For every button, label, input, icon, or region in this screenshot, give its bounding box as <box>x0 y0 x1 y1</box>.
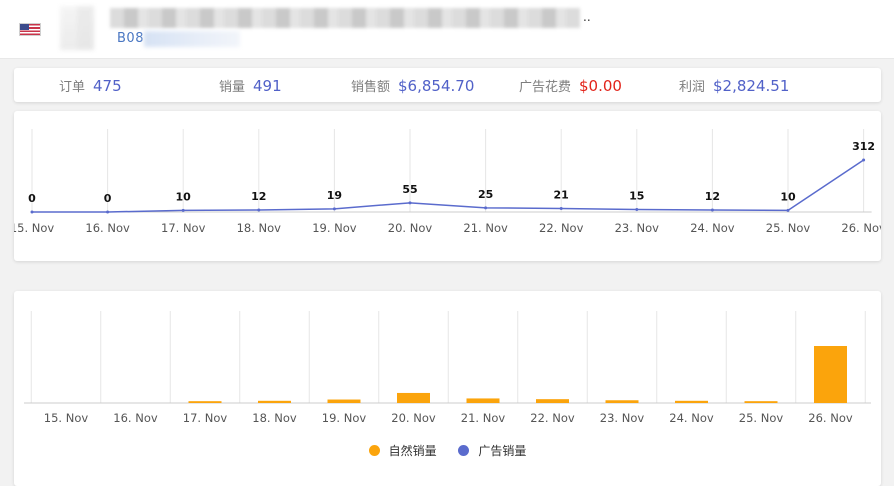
line-chart-x-tick-6: 21. Nov <box>463 221 508 235</box>
bar-chart-x-tick-8: 23. Nov <box>600 411 645 425</box>
bar-natural-sales-6 <box>466 398 500 403</box>
stat-units-value: 491 <box>253 77 282 95</box>
line-chart-data-label-1: 0 <box>104 192 112 205</box>
stat-ad-spend-label: 广告花费 <box>519 80 572 95</box>
product-asin[interactable]: B08 <box>117 31 144 46</box>
sales-line-chart[interactable]: 0 15. Nov 0 16. Nov 10 17. Nov 12 18. Nov 19 19. … <box>14 111 881 261</box>
product-header: .. B08 <box>0 0 894 59</box>
sales-bar-chart[interactable]: 15. Nov 16. Nov 17. Nov 18. Nov 19. Nov 20. N… <box>14 291 881 431</box>
line-chart-x-tick-3: 18. Nov <box>237 221 282 235</box>
line-chart-point-7 <box>559 207 563 210</box>
line-chart-data-label-5: 55 <box>402 183 417 196</box>
line-chart-point-3 <box>257 208 261 212</box>
line-chart-point-2 <box>181 208 185 212</box>
line-chart-x-tick-5: 20. Nov <box>388 221 433 235</box>
line-chart-point-11 <box>862 158 866 162</box>
bar-chart-x-tick-10: 25. Nov <box>739 411 784 425</box>
line-chart-x-tick-8: 23. Nov <box>615 221 660 235</box>
product-asin-redacted <box>144 31 240 47</box>
line-chart-x-tick-7: 22. Nov <box>539 221 584 235</box>
bar-natural-sales-7 <box>536 399 569 403</box>
product-title-redacted[interactable] <box>110 8 580 28</box>
bar-chart-x-tick-2: 17. Nov <box>183 411 228 425</box>
line-chart-x-tick-11: 26. Nov <box>841 221 881 235</box>
stat-profit-label: 利润 <box>679 80 706 95</box>
bar-natural-sales-5 <box>397 392 430 403</box>
bar-chart-x-tick-0: 15. Nov <box>44 411 89 425</box>
line-chart-data-label-2: 10 <box>176 190 192 203</box>
legend-ad-sales-label: 广告销量 <box>478 444 527 458</box>
us-flag-icon <box>19 23 41 36</box>
line-chart-x-tick-2: 17. Nov <box>161 221 206 235</box>
line-chart-point-9 <box>710 208 714 212</box>
bar-natural-sales-2 <box>188 401 222 403</box>
stat-profit-value: $2,824.51 <box>713 77 790 95</box>
bar-chart-x-tick-11: 26. Nov <box>808 411 853 425</box>
line-chart-point-1 <box>106 210 110 214</box>
line-chart-data-label-0: 0 <box>28 192 36 205</box>
line-chart-x-tick-9: 24. Nov <box>690 221 735 235</box>
bar-natural-sales-4 <box>327 399 361 403</box>
bar-chart-x-tick-5: 20. Nov <box>391 411 436 425</box>
line-chart-data-label-4: 19 <box>327 189 342 202</box>
line-chart-data-label-8: 15 <box>629 190 644 203</box>
product-title-ellipsis: .. <box>583 10 591 24</box>
line-chart-data-label-10: 10 <box>780 190 796 203</box>
line-chart-data-label-6: 25 <box>478 188 493 201</box>
line-chart-data-label-9: 12 <box>705 190 720 203</box>
bar-chart-legend: 自然销量 广告销量 <box>14 442 881 459</box>
bar-natural-sales-3 <box>258 400 291 403</box>
bar-natural-sales-10 <box>744 401 778 403</box>
line-chart-point-8 <box>635 208 639 211</box>
line-chart-x-tick-0: 15. Nov <box>14 221 54 235</box>
stat-ad-spend-value: $0.00 <box>579 77 622 95</box>
bar-chart-x-tick-4: 19. Nov <box>322 411 367 425</box>
legend-ad-sales[interactable]: 广告销量 <box>458 442 526 459</box>
stat-orders-value: 475 <box>93 77 122 95</box>
stat-profit: 利润 $2,824.51 <box>679 76 789 95</box>
line-chart-data-label-3: 12 <box>251 190 266 203</box>
stat-revenue: 销售额 $6,854.70 <box>351 76 474 95</box>
stat-units-label: 销量 <box>219 80 246 95</box>
line-chart-series-line <box>32 159 865 213</box>
sales-bar-chart-card: 15. Nov 16. Nov 17. Nov 18. Nov 19. Nov 20. N… <box>14 291 881 486</box>
bar-chart-x-tick-3: 18. Nov <box>252 411 297 425</box>
stat-ad-spend: 广告花费 $0.00 <box>519 76 622 95</box>
legend-natural-sales[interactable]: 自然销量 <box>368 442 437 459</box>
stat-revenue-label: 销售额 <box>351 80 391 95</box>
line-chart-point-4 <box>332 207 336 211</box>
bar-natural-sales-9 <box>675 400 708 403</box>
stat-orders-label: 订单 <box>59 80 86 95</box>
legend-natural-sales-label: 自然销量 <box>388 444 437 458</box>
stat-units: 销量 491 <box>219 76 282 95</box>
line-chart-data-label-7: 21 <box>554 189 569 202</box>
stat-revenue-value: $6,854.70 <box>398 77 475 95</box>
line-chart-x-tick-4: 19. Nov <box>312 221 357 235</box>
line-chart-x-tick-1: 16. Nov <box>85 221 130 235</box>
product-thumbnail[interactable] <box>60 6 94 50</box>
bar-natural-sales-8 <box>605 400 639 403</box>
line-chart-point-5 <box>408 201 412 205</box>
legend-natural-sales-marker <box>368 445 380 456</box>
bar-chart-x-tick-9: 24. Nov <box>669 411 714 425</box>
bar-chart-x-tick-7: 22. Nov <box>530 411 575 425</box>
stats-bar: 订单 475 销量 491 销售额 $6,854.70 广告花费 $0.00 利润 $2,… <box>14 68 881 102</box>
bar-natural-sales-11 <box>814 346 847 403</box>
line-chart-point-10 <box>786 208 790 212</box>
line-chart-data-label-11: 312 <box>852 140 875 153</box>
line-chart-x-tick-10: 25. Nov <box>766 221 811 235</box>
stat-orders: 订单 475 <box>59 76 122 95</box>
bar-chart-x-tick-6: 21. Nov <box>461 411 506 425</box>
sales-line-chart-card: 0 15. Nov 0 16. Nov 10 17. Nov 12 18. Nov 19 19. … <box>14 111 881 261</box>
line-chart-point-0 <box>30 210 34 214</box>
legend-ad-sales-marker <box>458 445 470 456</box>
bar-chart-x-tick-1: 16. Nov <box>113 411 158 425</box>
line-chart-point-6 <box>484 206 488 210</box>
